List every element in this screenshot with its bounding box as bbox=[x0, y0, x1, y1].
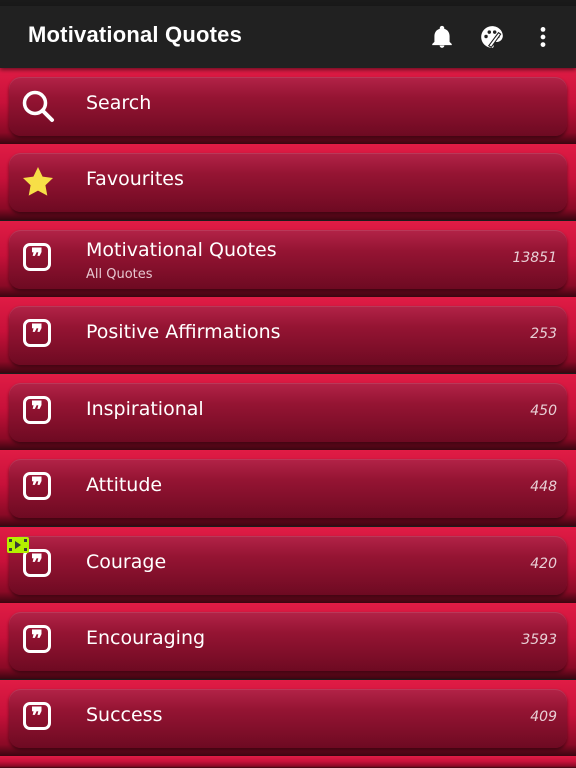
row-band: ❞ Positive Affirmations 253 bbox=[0, 297, 576, 373]
category-list: Search Favourites ❞ Motivational Quotes … bbox=[0, 68, 576, 768]
category-row-success[interactable]: ❞ Success 409 bbox=[9, 689, 567, 748]
category-count: 3593 bbox=[521, 632, 557, 648]
quote-icon: ❞ bbox=[23, 396, 51, 424]
category-title: Courage bbox=[86, 551, 167, 573]
category-title: Success bbox=[86, 704, 163, 726]
search-icon bbox=[22, 90, 54, 122]
category-title: Positive Affirmations bbox=[86, 321, 281, 343]
search-label: Search bbox=[86, 92, 152, 114]
quote-icon: ❞ bbox=[23, 549, 51, 577]
film-overlay-icon bbox=[7, 537, 29, 553]
category-count: 253 bbox=[530, 326, 557, 342]
category-row-encouraging[interactable]: ❞ Encouraging 3593 bbox=[9, 612, 567, 671]
row-band: ❞ Inspirational 450 bbox=[0, 374, 576, 450]
category-count: 420 bbox=[530, 556, 557, 572]
category-row-courage[interactable]: ❞ Courage 420 bbox=[9, 536, 567, 595]
category-title: Inspirational bbox=[86, 398, 204, 420]
category-row-positive-affirmations[interactable]: ❞ Positive Affirmations 253 bbox=[9, 306, 567, 365]
app-title: Motivational Quotes bbox=[28, 22, 243, 47]
row-band bbox=[0, 756, 576, 768]
row-band: ❞ Courage 420 bbox=[0, 527, 576, 603]
star-icon bbox=[23, 167, 53, 196]
favourites-row[interactable]: Favourites bbox=[9, 153, 567, 212]
category-title: Attitude bbox=[86, 474, 163, 496]
category-count: 13851 bbox=[512, 250, 557, 266]
quote-icon: ❞ bbox=[23, 702, 51, 730]
row-band: ❞ Encouraging 3593 bbox=[0, 603, 576, 679]
favourites-label: Favourites bbox=[86, 168, 184, 190]
row-band: Favourites bbox=[0, 144, 576, 220]
category-count: 409 bbox=[530, 709, 557, 725]
search-row[interactable]: Search bbox=[9, 77, 567, 136]
category-row-attitude[interactable]: ❞ Attitude 448 bbox=[9, 459, 567, 518]
quote-icon: ❞ bbox=[23, 319, 51, 347]
row-band: Search bbox=[0, 68, 576, 144]
category-subtitle: All Quotes bbox=[86, 267, 153, 282]
quote-icon: ❞ bbox=[23, 243, 51, 271]
category-count: 448 bbox=[530, 479, 557, 495]
category-row-motivational-quotes[interactable]: ❞ Motivational Quotes All Quotes 13851 bbox=[9, 230, 567, 289]
category-title: Motivational Quotes bbox=[86, 239, 277, 261]
bell-icon[interactable] bbox=[429, 24, 455, 50]
more-vert-icon[interactable] bbox=[530, 24, 556, 50]
category-row-inspirational[interactable]: ❞ Inspirational 450 bbox=[9, 383, 567, 442]
row-band: ❞ Success 409 bbox=[0, 680, 576, 756]
row-band: ❞ Attitude 448 bbox=[0, 450, 576, 526]
palette-icon[interactable] bbox=[479, 24, 505, 50]
quote-icon: ❞ bbox=[23, 625, 51, 653]
category-count: 450 bbox=[530, 403, 557, 419]
category-title: Encouraging bbox=[86, 627, 206, 649]
row-band: ❞ Motivational Quotes All Quotes 13851 bbox=[0, 221, 576, 297]
quote-icon: ❞ bbox=[23, 472, 51, 500]
app-bar: Motivational Quotes bbox=[0, 6, 576, 68]
